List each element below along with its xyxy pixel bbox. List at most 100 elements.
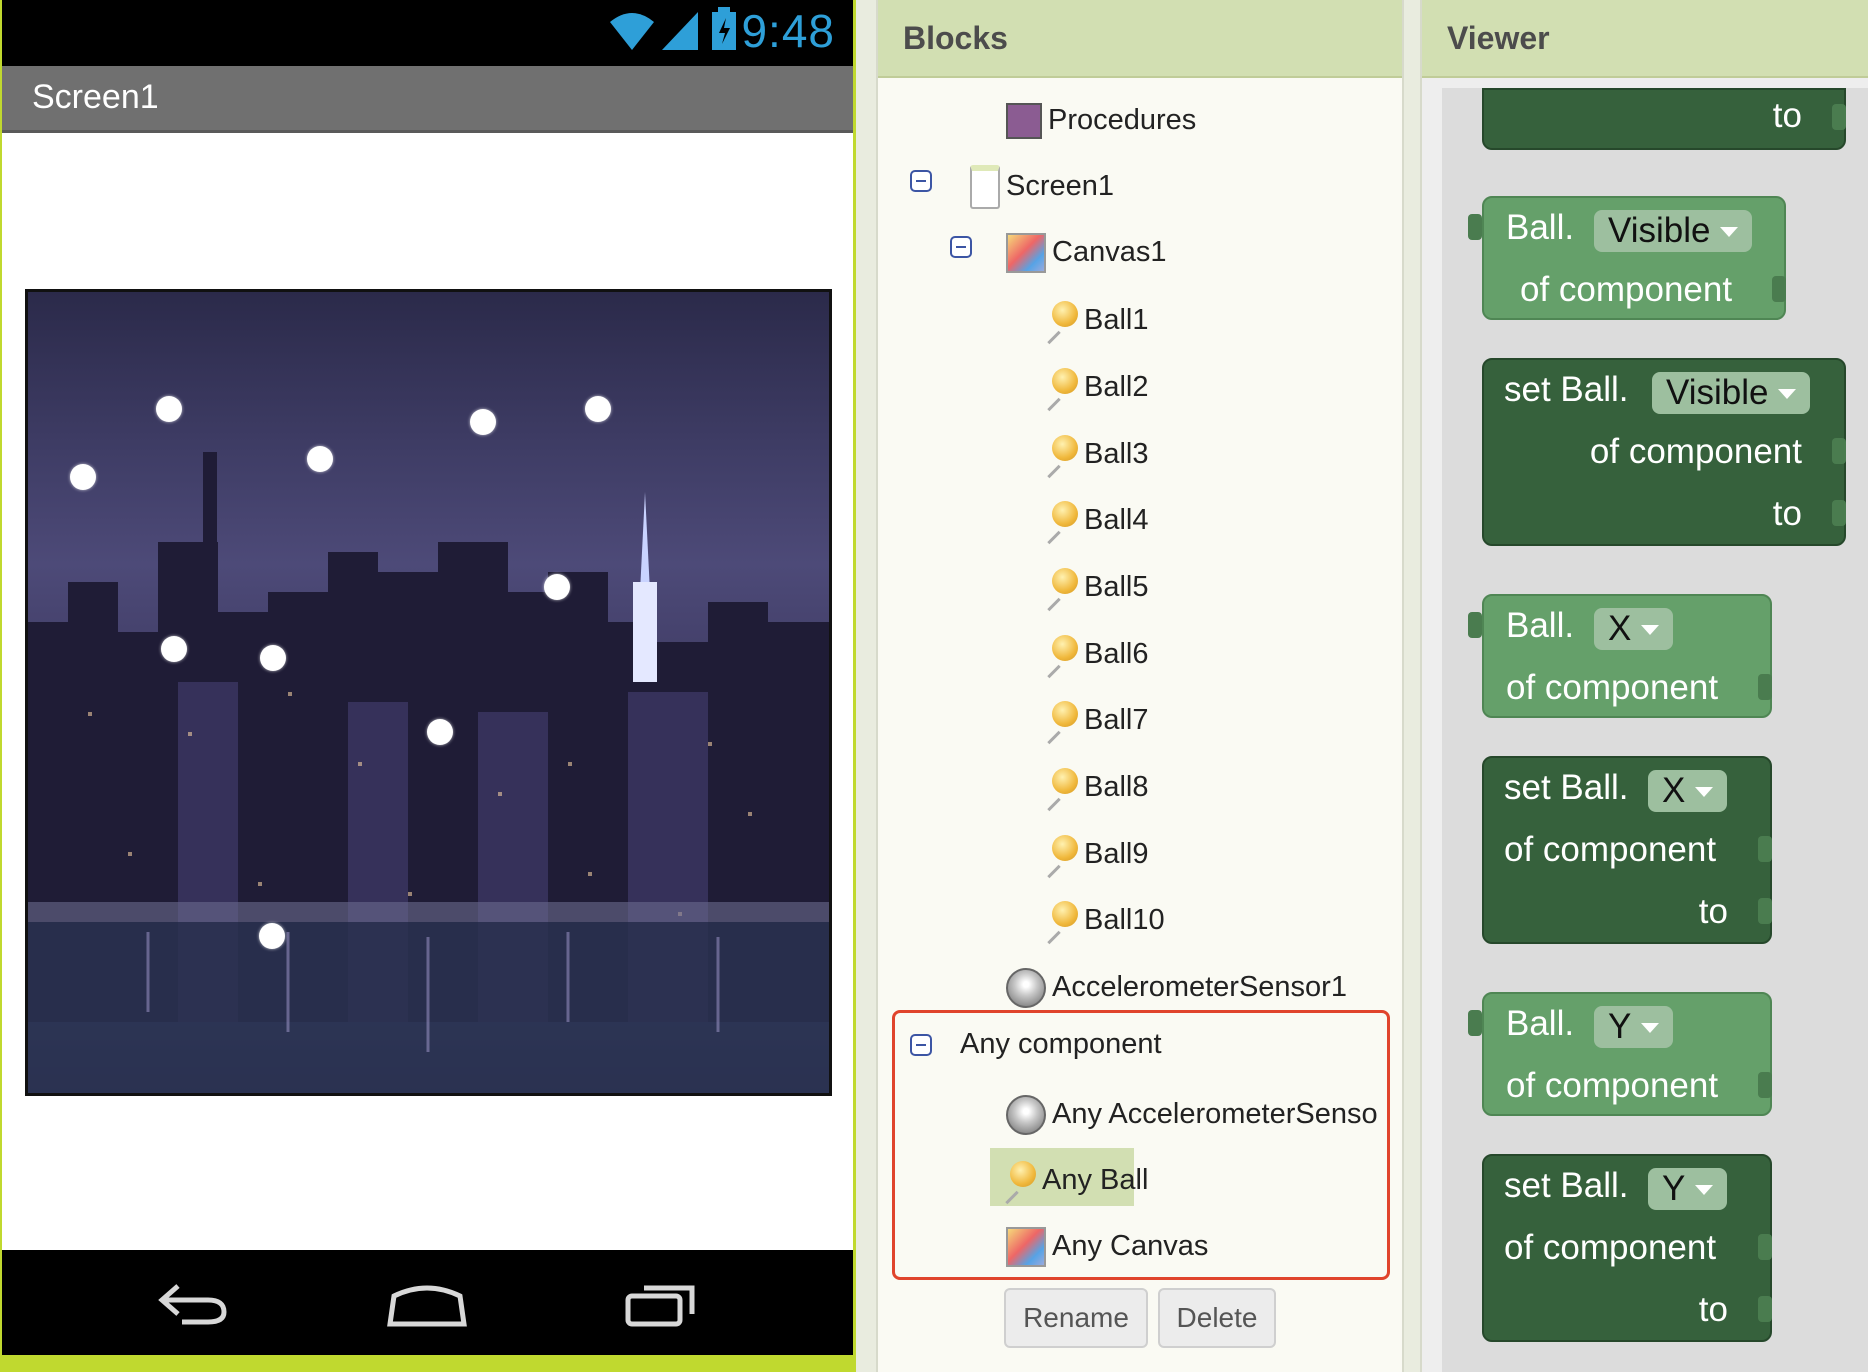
block-set-ball-visible[interactable]: set Ball. Visible of component to	[1482, 358, 1846, 546]
tree-item-label: Ball6	[1084, 638, 1149, 670]
blocks-panel-header: Blocks	[878, 0, 1402, 78]
block-get-ball-x[interactable]: Ball. X of component	[1468, 594, 1772, 718]
tree-item-label: Ball2	[1084, 371, 1149, 403]
ball-sprite[interactable]	[470, 409, 496, 435]
block-label-prefix: Ball.	[1506, 208, 1575, 247]
block-label-to: to	[1772, 494, 1802, 533]
ball-icon	[1044, 368, 1078, 408]
block-socket	[1832, 104, 1846, 130]
tree-item-ball7[interactable]: Ball7	[1044, 694, 1149, 746]
ball-sprite[interactable]	[544, 574, 570, 600]
block-label-prefix: Ball.	[1506, 606, 1575, 645]
tree-item-ball4[interactable]: Ball4	[1044, 494, 1149, 546]
ball-icon	[1044, 701, 1078, 741]
block-socket	[1758, 1072, 1772, 1098]
canvas-icon	[1006, 1227, 1046, 1268]
tree-item-ball5[interactable]: Ball5	[1044, 561, 1149, 613]
battery-icon	[712, 7, 736, 50]
block-get-ball-y[interactable]: Ball. Y of component	[1468, 992, 1772, 1116]
screen-title: Screen1	[32, 78, 159, 116]
back-icon[interactable]	[156, 1280, 228, 1326]
rename-button[interactable]: Rename	[1004, 1288, 1148, 1348]
block-socket	[1758, 898, 1772, 924]
phone-preview: 9:48 Screen1	[0, 0, 856, 1372]
ball-icon	[1044, 901, 1078, 941]
block-set-ball-y[interactable]: set Ball. Y of component to	[1482, 1154, 1772, 1342]
recent-apps-icon[interactable]	[624, 1278, 700, 1328]
signal-icon	[610, 12, 698, 50]
block-socket	[1772, 276, 1786, 302]
ball-sprite[interactable]	[259, 923, 285, 949]
block-label-prefix: set Ball.	[1504, 768, 1629, 807]
collapse-canvas1-toggle[interactable]	[950, 236, 972, 258]
tree-item-ball1[interactable]: Ball1	[1044, 294, 1149, 346]
block-get-ball-visible[interactable]: Ball. Visible of component	[1468, 196, 1786, 320]
ball-sprite[interactable]	[70, 464, 96, 490]
block-label-of-component: of component	[1504, 1228, 1717, 1267]
tree-item-ball8[interactable]: Ball8	[1044, 761, 1149, 813]
status-clock: 9:48	[741, 5, 835, 57]
block-plug	[1468, 612, 1482, 638]
tree-item-procedures[interactable]: Procedures	[1006, 94, 1196, 146]
block-label-of-component: of component	[1506, 1066, 1719, 1105]
delete-button[interactable]: Delete	[1158, 1288, 1276, 1348]
property-dropdown[interactable]: Y	[1648, 1168, 1728, 1210]
home-icon[interactable]	[386, 1278, 468, 1330]
tree-item-canvas1[interactable]: Canvas1	[1006, 226, 1166, 278]
block-label-prefix: set Ball.	[1504, 370, 1629, 409]
status-bar: 9:48	[2, 0, 853, 66]
screen-title-bar: Screen1	[2, 66, 853, 133]
viewer-panel-title: Viewer	[1447, 20, 1550, 56]
tree-item-any-component[interactable]: Any component	[960, 1018, 1162, 1070]
property-dropdown[interactable]: Visible	[1652, 372, 1811, 414]
block-label-of-component: of component	[1504, 830, 1717, 869]
block-plug	[1468, 214, 1482, 240]
tree-item-ball9[interactable]: Ball9	[1044, 828, 1149, 880]
tree-item-label: Procedures	[1048, 104, 1197, 136]
ball-sprite[interactable]	[307, 446, 333, 472]
tree-item-label: Ball1	[1084, 304, 1149, 336]
tree-item-label: Ball8	[1084, 771, 1149, 803]
blocks-panel: Blocks Procedures Screen1 Canvas1 Ball1 …	[876, 0, 1404, 1372]
ball-sprite[interactable]	[427, 719, 453, 745]
ball-sprite[interactable]	[260, 645, 286, 671]
collapse-screen1-toggle[interactable]	[910, 170, 932, 192]
canvas-city-image[interactable]	[25, 289, 832, 1096]
tree-item-label: Any AccelerometerSenso	[1052, 1098, 1378, 1130]
viewer-panel-header: Viewer	[1422, 0, 1868, 78]
tree-item-screen1[interactable]: Screen1	[970, 160, 1114, 212]
property-dropdown[interactable]: X	[1648, 770, 1728, 812]
ball-sprite[interactable]	[156, 396, 182, 422]
tree-item-ball2[interactable]: Ball2	[1044, 361, 1149, 413]
tree-item-ball10[interactable]: Ball10	[1044, 894, 1165, 946]
ball-icon	[1044, 835, 1078, 875]
ball-icon	[1044, 568, 1078, 608]
block-socket	[1758, 1296, 1772, 1322]
ball-icon	[1044, 301, 1078, 341]
block-label-to: to	[1772, 96, 1802, 135]
ball-sprite[interactable]	[585, 396, 611, 422]
tree-item-any-ball[interactable]: Any Ball	[1002, 1154, 1148, 1206]
property-dropdown[interactable]: Visible	[1594, 210, 1753, 252]
ball-sprite[interactable]	[161, 636, 187, 662]
tree-item-ball6[interactable]: Ball6	[1044, 628, 1149, 680]
block-partial-setter[interactable]: to	[1482, 88, 1846, 150]
tree-item-accelerometersensor1[interactable]: AccelerometerSensor1	[1006, 961, 1347, 1013]
tree-item-ball3[interactable]: Ball3	[1044, 428, 1149, 480]
tree-item-any-accelerometersensor[interactable]: Any AccelerometerSenso	[1006, 1088, 1380, 1140]
tree-item-label: Ball3	[1084, 438, 1149, 470]
tree-item-label: Ball10	[1084, 904, 1165, 936]
tree-item-label: Ball4	[1084, 504, 1149, 536]
property-dropdown[interactable]: X	[1594, 608, 1674, 650]
screen-icon	[970, 165, 1000, 210]
property-dropdown[interactable]: Y	[1594, 1006, 1674, 1048]
phone-screen: 9:48 Screen1	[2, 0, 853, 1355]
tree-item-label: AccelerometerSensor1	[1052, 971, 1347, 1003]
blocks-panel-title: Blocks	[903, 20, 1008, 56]
block-set-ball-x[interactable]: set Ball. X of component to	[1482, 756, 1772, 944]
ball-icon	[1044, 768, 1078, 808]
tree-item-any-canvas[interactable]: Any Canvas	[1006, 1220, 1208, 1272]
collapse-any-component-toggle[interactable]	[910, 1034, 932, 1056]
block-label-of-component: of component	[1506, 668, 1719, 707]
ball-icon	[1044, 635, 1078, 675]
